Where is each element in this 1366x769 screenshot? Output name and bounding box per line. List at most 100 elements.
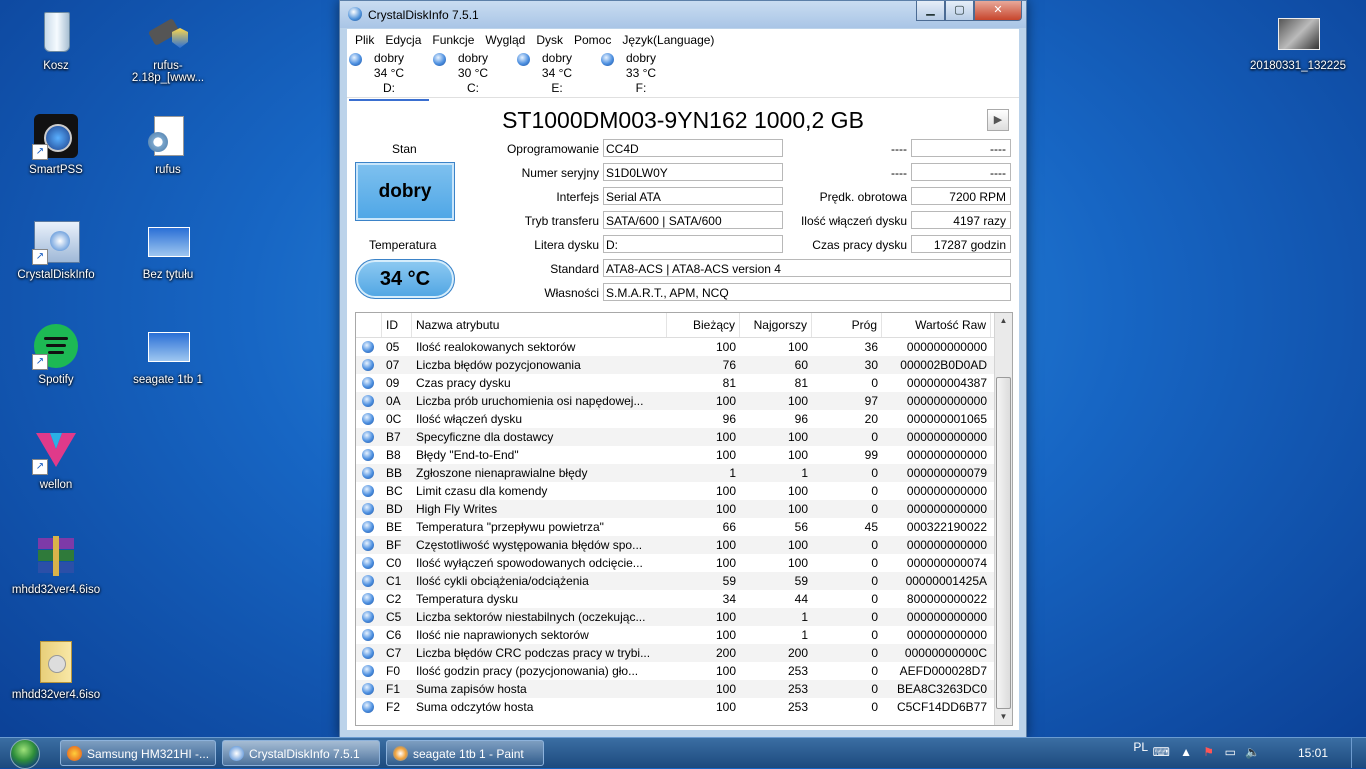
desktop-icon-label: seagate 1tb 1: [133, 374, 203, 386]
header-id[interactable]: ID: [382, 313, 412, 337]
menu-plik[interactable]: Plik: [351, 29, 381, 49]
header-status[interactable]: [356, 313, 382, 337]
header-name[interactable]: Nazwa atrybutu: [412, 313, 667, 337]
header-current[interactable]: Bieżący: [667, 313, 740, 337]
table-row[interactable]: F0 Ilość godzin pracy (pozycjonowania) gł…: [356, 662, 1012, 680]
taskbar: Samsung HM321HI -... CrystalDiskInfo 7.5…: [0, 737, 1366, 769]
table-row[interactable]: C1 Ilość cykli obciążenia/odciążenia 59 59 0…: [356, 572, 1012, 590]
status-cell: [356, 626, 382, 644]
table-row[interactable]: 0A Liczba prób uruchomienia osi napędowej…: [356, 392, 1012, 410]
minimize-button[interactable]: ▁: [916, 1, 945, 21]
desktop-icon-wellon[interactable]: ↗ wellon: [6, 427, 106, 491]
attr-current: 100: [715, 700, 736, 714]
unknown-field-2: ----: [911, 163, 1011, 181]
table-row[interactable]: 0C Ilość włączeń dysku 96 96 20 000000001065: [356, 410, 1012, 428]
close-button[interactable]: ✕: [974, 1, 1022, 21]
attr-current: 100: [715, 538, 736, 552]
desktop-icon-rufus-exe[interactable]: rufus-2.18p_[www...: [118, 8, 218, 84]
table-row[interactable]: B8 Błędy "End-to-End" 100 100 99 000000000000: [356, 446, 1012, 464]
table-row[interactable]: C7 Liczba błędów CRC podczas pracy w tryb…: [356, 644, 1012, 662]
attr-threshold: 0: [871, 700, 878, 714]
table-row[interactable]: BD High Fly Writes 100 100 0 000000000000: [356, 500, 1012, 518]
table-row[interactable]: F1 Suma zapisów hosta 100 253 0 BEA8C3263DC0: [356, 680, 1012, 698]
keyboard-icon[interactable]: ⌨: [1153, 745, 1170, 759]
desktop-icon-crystaldiskinfo[interactable]: ↗ CrystalDiskInfo: [6, 217, 106, 281]
desktop-icon-mhdd-folder[interactable]: mhdd32ver4.6iso: [6, 637, 106, 701]
desktop-icon-spotify[interactable]: ↗ Spotify: [6, 322, 106, 386]
language-indicator[interactable]: PL: [1133, 740, 1148, 754]
status-cell: [356, 338, 382, 356]
taskbar-button-firefox[interactable]: Samsung HM321HI -...: [60, 740, 216, 766]
menu-funkcje[interactable]: Funkcje: [428, 29, 481, 49]
window-titlebar[interactable]: CrystalDiskInfo 7.5.1 ▁ ▢ ✕: [340, 1, 1026, 28]
attr-id: F2: [386, 700, 401, 714]
start-button[interactable]: [4, 738, 44, 769]
status-dot-icon: [362, 503, 374, 515]
desktop-icon-recycle-bin[interactable]: Kosz: [6, 8, 106, 72]
table-row[interactable]: C5 Liczba sektorów niestabilnych (oczekuj…: [356, 608, 1012, 626]
table-row[interactable]: 07 Liczba błędów pozycjonowania 76 60 30 0000…: [356, 356, 1012, 374]
attr-threshold: 0: [871, 628, 878, 642]
attr-threshold: 0: [871, 502, 878, 516]
taskbar-button-crystaldiskinfo[interactable]: CrystalDiskInfo 7.5.1: [222, 740, 380, 766]
menu-jezyk[interactable]: Język(Language): [618, 29, 721, 49]
attr-name: Ilość realokowanych sektorów: [416, 340, 576, 354]
drive-tab-d[interactable]: dobry 34 °C D:: [349, 51, 429, 101]
table-row[interactable]: BF Częstotliwość występowania błędów spo.…: [356, 536, 1012, 554]
show-desktop-button[interactable]: [1351, 738, 1366, 768]
table-row[interactable]: 09 Czas pracy dysku 81 81 0 000000004387: [356, 374, 1012, 392]
menu-dysk[interactable]: Dysk: [532, 29, 570, 49]
drive-tab-c[interactable]: dobry 30 °C C:: [433, 51, 513, 96]
action-center-flag-icon[interactable]: ⚑: [1203, 745, 1214, 759]
next-disk-button[interactable]: ▶: [987, 109, 1009, 131]
table-row[interactable]: BC Limit czasu dla komendy 100 100 0 00000000…: [356, 482, 1012, 500]
table-row[interactable]: BB Zgłoszone nienaprawialne błędy 1 1 0 00000…: [356, 464, 1012, 482]
table-row[interactable]: C0 Ilość wyłączeń spowodowanych odcięcie.…: [356, 554, 1012, 572]
clock-time[interactable]: 15:01: [1298, 746, 1328, 760]
shortcut-arrow-icon: ↗: [32, 144, 48, 160]
attr-threshold: 36: [864, 340, 878, 354]
scrollbar-thumb[interactable]: [996, 377, 1011, 709]
health-status-button[interactable]: dobry: [355, 162, 455, 221]
table-row[interactable]: F2 Suma odczytów hosta 100 253 0 C5CF14DD6B77: [356, 698, 1012, 716]
maximize-button[interactable]: ▢: [945, 1, 974, 21]
taskbar-button-paint[interactable]: seagate 1tb 1 - Paint: [386, 740, 544, 766]
table-row[interactable]: C6 Ilość nie naprawionych sektorów 100 1 0 00…: [356, 626, 1012, 644]
menu-wyglad[interactable]: Wygląd: [481, 29, 532, 49]
table-row[interactable]: BE Temperatura "przepływu powietrza" 66 56 4…: [356, 518, 1012, 536]
header-worst[interactable]: Najgorszy: [740, 313, 812, 337]
header-threshold[interactable]: Próg: [812, 313, 882, 337]
smartpss-icon: ↗: [32, 112, 80, 160]
desktop-icon-seagate[interactable]: seagate 1tb 1: [118, 322, 218, 386]
attr-worst: 56: [794, 520, 808, 534]
status-cell: [356, 554, 382, 572]
table-row[interactable]: C2 Temperatura dysku 34 44 0 800000000022: [356, 590, 1012, 608]
header-raw[interactable]: Wartość Raw: [882, 313, 991, 337]
drive-tab-f[interactable]: dobry 33 °C F:: [601, 51, 681, 96]
show-hidden-icons-icon[interactable]: ▲: [1180, 745, 1192, 759]
attr-name: Suma odczytów hosta: [416, 700, 534, 714]
attr-name: Czas pracy dysku: [416, 376, 511, 390]
desktop-icon-mhdd-archive[interactable]: mhdd32ver4.6iso: [6, 532, 106, 596]
attr-threshold: 99: [864, 448, 878, 462]
desktop-icon-smartpss[interactable]: ↗ SmartPSS: [6, 112, 106, 176]
network-icon[interactable]: ▭: [1225, 745, 1236, 759]
menu-pomoc[interactable]: Pomoc: [570, 29, 618, 49]
drive-tab-e[interactable]: dobry 34 °C E:: [517, 51, 597, 96]
table-row[interactable]: B7 Specyficzne dla dostawcy 100 100 0 0000000…: [356, 428, 1012, 446]
desktop-icon-bez-tytulu[interactable]: Bez tytułu: [118, 217, 218, 281]
status-cell: [356, 464, 382, 482]
status-cell: [356, 428, 382, 446]
table-scrollbar[interactable]: ▲ ▼: [994, 313, 1012, 725]
attr-id: 07: [386, 358, 400, 372]
scroll-up-icon[interactable]: ▲: [995, 313, 1012, 329]
interface-field: Serial ATA: [603, 187, 783, 205]
volume-icon[interactable]: 🔈: [1245, 745, 1260, 759]
desktop-icon-rufus-ini[interactable]: rufus: [118, 112, 218, 176]
desktop-icon-photo[interactable]: 20180331_132225: [1248, 8, 1348, 72]
menu-edycja[interactable]: Edycja: [381, 29, 428, 49]
status-cell: [356, 392, 382, 410]
table-row[interactable]: 05 Ilość realokowanych sektorów 100 100 36 00…: [356, 338, 1012, 356]
scroll-down-icon[interactable]: ▼: [995, 709, 1012, 725]
recycle-bin-icon: [32, 8, 80, 56]
